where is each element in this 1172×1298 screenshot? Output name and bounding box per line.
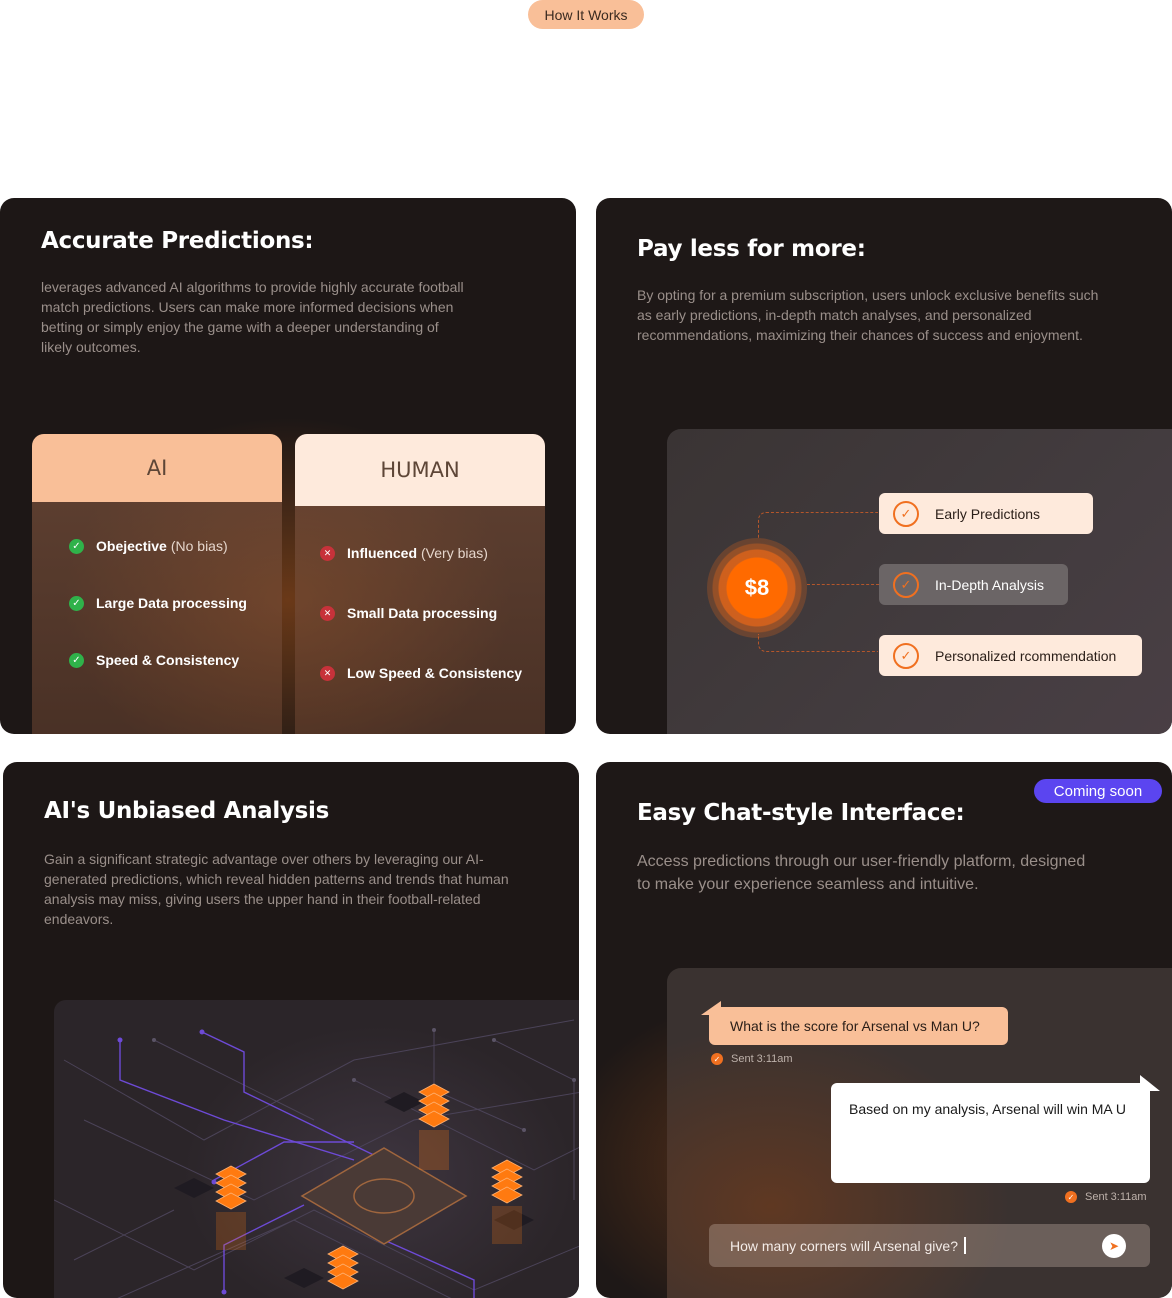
close-icon: ✕	[320, 665, 335, 681]
sent-time: Sent 3:11am	[1085, 1191, 1147, 1203]
list-item: ✕ Low Speed & Consistency	[320, 665, 522, 681]
circuit-board-illustration	[53, 1000, 579, 1298]
message-text: What is the score for Arsenal vs Man U?	[730, 1018, 980, 1034]
item-label: Large Data processing	[96, 595, 247, 611]
message-text: Based on my analysis, Arsenal will win M…	[849, 1101, 1126, 1117]
card-description: Gain a significant strategic advantage o…	[44, 851, 509, 927]
text-caret	[963, 1237, 966, 1254]
pricing-card: Pay less for more: By opting for a premi…	[596, 198, 1172, 734]
how-it-works-pill: How It Works	[528, 0, 644, 29]
list-item: ✓ Large Data processing	[69, 595, 247, 611]
send-icon[interactable]: ➤	[1102, 1234, 1126, 1258]
list-item: ✓ Speed & Consistency	[69, 652, 239, 668]
item-label: Speed & Consistency	[96, 652, 240, 668]
check-icon: ✓	[69, 595, 84, 611]
card-description: By opting for a premium subscription, us…	[637, 287, 1099, 343]
card-title: Easy Chat-style Interface:	[637, 800, 965, 826]
connector-line	[758, 634, 878, 652]
feature-early-predictions: ✓ Early Predictions	[879, 493, 1093, 534]
sent-time: Sent 3:11am	[731, 1053, 793, 1065]
circuit-illustration	[53, 1019, 579, 1298]
unbiased-analysis-card: AI's Unbiased Analysis Gain a significan…	[3, 762, 579, 1298]
chat-input-value: How many corners will Arsenal give?	[730, 1237, 958, 1254]
check-icon: ✓	[711, 1053, 723, 1065]
chat-interface-card: Easy Chat-style Interface: Coming soon A…	[596, 762, 1172, 1298]
ai-comparison-column: AI ✓ Obejective (No bias) ✓ Large Data p…	[32, 434, 282, 734]
feature-in-depth-analysis: ✓ In-Depth Analysis	[879, 564, 1068, 605]
feature-label: Personalized rcommendation	[935, 647, 1117, 664]
server-stack-icon	[418, 1083, 450, 1170]
check-icon: ✓	[69, 652, 84, 668]
card-description: Access predictions through our user-frie…	[637, 853, 1086, 893]
connector-line	[758, 512, 878, 538]
server-stack-icon	[215, 1165, 247, 1250]
check-icon: ✓	[1065, 1191, 1077, 1203]
card-title: Accurate Predictions:	[41, 228, 314, 254]
item-label: Low Speed & Consistency	[347, 665, 523, 681]
item-note: (No bias)	[170, 538, 228, 554]
ai-heading: AI	[32, 434, 282, 502]
item-label: Small Data processing	[347, 605, 498, 621]
check-icon: ✓	[893, 642, 919, 669]
ai-reply-bubble: Based on my analysis, Arsenal will win M…	[831, 1075, 1160, 1183]
human-heading: HUMAN	[295, 434, 545, 506]
message-status: ✓ Sent 3:11am	[711, 1053, 793, 1065]
coming-soon-badge: Coming soon	[1034, 779, 1162, 803]
item-note: (Very bias)	[421, 545, 488, 561]
item-label: Obejective	[96, 538, 167, 554]
check-icon: ✓	[893, 571, 919, 598]
item-label: Influenced	[347, 545, 418, 561]
card-title: Pay less for more:	[637, 236, 866, 262]
price-badge: $8	[707, 538, 807, 638]
list-item: ✕ Influenced (Very bias)	[320, 545, 488, 561]
accurate-predictions-card: Accurate Predictions: leverages advanced…	[0, 198, 576, 734]
check-icon: ✓	[69, 538, 84, 554]
card-title: AI's Unbiased Analysis	[44, 798, 330, 824]
connector-line	[807, 584, 879, 585]
server-stack-icon	[327, 1245, 359, 1290]
list-item: ✕ Small Data processing	[320, 605, 497, 621]
server-stack-icon	[491, 1159, 523, 1244]
user-message-bubble: What is the score for Arsenal vs Man U?	[701, 1001, 1008, 1045]
chat-input[interactable]: How many corners will Arsenal give? ➤	[709, 1224, 1150, 1267]
card-description: leverages advanced AI algorithms to prov…	[41, 279, 464, 355]
message-status: ✓ Sent 3:11am	[1065, 1191, 1147, 1203]
feature-personalized-recommendation: ✓ Personalized rcommendation	[879, 635, 1142, 676]
feature-label: Early Predictions	[935, 505, 1041, 522]
close-icon: ✕	[320, 605, 335, 621]
list-item: ✓ Obejective (No bias)	[69, 538, 228, 554]
close-icon: ✕	[320, 545, 335, 561]
check-icon: ✓	[893, 500, 919, 527]
feature-label: In-Depth Analysis	[935, 576, 1044, 593]
human-comparison-column: HUMAN ✕ Influenced (Very bias) ✕ Small D…	[295, 434, 545, 734]
